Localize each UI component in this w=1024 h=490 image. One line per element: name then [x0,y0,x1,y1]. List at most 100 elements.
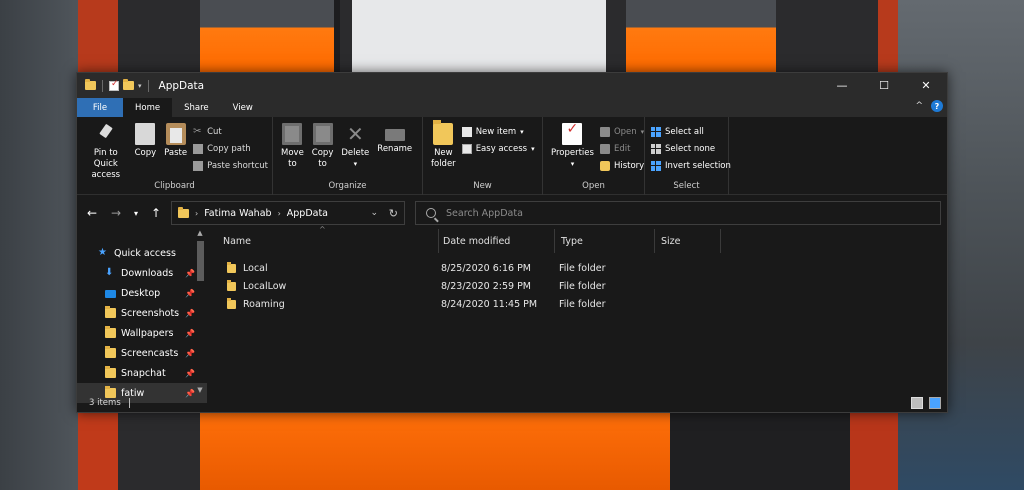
breadcrumb-fatima-wahab[interactable]: Fatima Wahab [204,208,271,219]
paste-label: Paste [164,148,188,158]
folder-icon [85,79,96,90]
scrollbar-thumb[interactable] [197,241,204,281]
status-bar: 3 items [77,394,947,412]
collapse-ribbon-chevron-icon[interactable]: ^ [915,101,923,111]
invert-selection-icon [651,161,661,171]
address-row: ← → ▾ ↑ › Fatima Wahab › AppData ⌄ ↻ Sea… [77,199,947,227]
history-icon [599,161,610,171]
open-icon [599,127,610,137]
tab-file[interactable]: File [77,98,123,117]
select-none-button[interactable]: Select none [651,142,731,156]
breadcrumb-appdata[interactable]: AppData [287,208,328,219]
view-buttons [911,397,941,409]
column-header-size[interactable]: Size [655,229,721,253]
refresh-icon[interactable]: ↻ [389,207,398,220]
search-box[interactable]: Search AppData [415,201,941,225]
select-group: Select all Select none Invert selection … [645,117,731,195]
folder-icon [227,279,236,291]
new-folder-label-line2: folder [431,159,456,169]
select-all-icon [651,127,661,137]
wallpaper-window-middle [352,0,606,72]
folder-icon [178,206,189,218]
breadcrumb-chevron-icon[interactable]: › [278,209,281,218]
tab-view[interactable]: View [221,98,265,117]
move-to-icon [282,123,303,145]
window-controls: — ☐ ✕ [821,73,947,98]
table-row[interactable]: LocalLow 8/23/2020 2:59 PM File folder [207,277,947,295]
wallpaper-strip-right [850,412,898,490]
select-all-button[interactable]: Select all [651,125,731,139]
copy-to-label-line2: to [318,159,327,169]
paste-icon [165,123,186,145]
column-header-date-modified[interactable]: Date modified [437,229,555,253]
details-view-icon[interactable] [911,397,923,409]
help-icon[interactable]: ? [931,100,943,112]
tab-share[interactable]: Share [172,98,221,117]
easy-access-label: Easy access [475,144,528,154]
copy-label: Copy [134,148,157,158]
history-button[interactable]: History [599,159,644,173]
breadcrumb-chevron-icon[interactable]: › [195,209,198,218]
sidebar-item-desktop[interactable]: Desktop 📌 [77,283,207,303]
sidebar-item-wallpapers[interactable]: Wallpapers 📌 [77,323,207,343]
properties-icon[interactable] [109,79,119,91]
large-icons-view-icon[interactable] [929,397,941,409]
file-name-cell: Roaming [227,295,285,313]
recent-locations-chevron-icon[interactable]: ▾ [131,209,141,218]
open-label: Open [613,127,637,137]
up-arrow-icon[interactable]: ↑ [147,206,165,220]
scroll-down-icon[interactable]: ▼ [195,386,205,394]
organize-group: Move to Copy to ✕ Delete ▾ Rename Organi… [273,117,423,195]
scroll-up-icon[interactable]: ▲ [195,229,205,237]
copy-path-button[interactable]: Copy path [193,142,268,156]
delete-chevron-icon: ▾ [353,160,358,168]
tab-home[interactable]: Home [123,98,173,117]
file-name: Roaming [243,298,285,310]
edit-button[interactable]: Edit [599,142,644,156]
sidebar-item-quick-access[interactable]: ★ Quick access [77,243,207,263]
table-row[interactable]: Roaming 8/24/2020 11:45 PM File folder [207,295,947,313]
sidebar-item-snapchat[interactable]: Snapchat 📌 [77,363,207,383]
sidebar-item-screencasts[interactable]: Screencasts 📌 [77,343,207,363]
address-dropdown-chevron-icon[interactable]: ⌄ [370,208,378,218]
cut-button[interactable]: ✂ Cut [193,125,268,139]
customize-qat-chevron-icon[interactable]: ▾ [138,82,142,90]
paste-shortcut-button[interactable]: Paste shortcut [193,159,268,173]
sidebar-item-downloads[interactable]: Downloads 📌 [77,263,207,283]
new-item-button[interactable]: New item ▾ [461,125,535,139]
column-header-name[interactable]: Name [217,229,439,253]
new-folder-icon [433,120,454,145]
minimize-button[interactable]: — [821,73,863,98]
invert-selection-button[interactable]: Invert selection [651,159,731,173]
address-bar[interactable]: › Fatima Wahab › AppData ⌄ ↻ [171,201,405,225]
new-group-label: New [473,181,492,191]
new-item-chevron-icon: ▾ [520,128,524,136]
scissors-icon: ✂ [193,126,202,137]
paste-shortcut-icon [193,161,204,171]
file-type: File folder [559,298,606,310]
new-item-label: New item [475,127,517,137]
table-row[interactable]: Local 8/25/2020 6:16 PM File folder [207,259,947,277]
file-date: 8/23/2020 2:59 PM [441,280,532,292]
open-button[interactable]: Open ▾ [599,125,644,139]
edit-icon [599,144,610,154]
back-arrow-icon[interactable]: ← [83,206,101,220]
maximize-button[interactable]: ☐ [863,73,905,98]
navigation-scrollbar[interactable]: ▲ ▼ [195,229,205,394]
easy-access-button[interactable]: Easy access ▾ [461,142,535,156]
properties-label: Properties [551,148,594,158]
title-bar[interactable]: ▾ AppData — ☐ ✕ [77,73,947,98]
sidebar-item-label: Snapchat [121,367,166,379]
star-icon: ★ [98,247,107,258]
column-header-type[interactable]: Type [555,229,655,253]
search-placeholder: Search AppData [446,207,523,219]
new-folder-icon[interactable] [123,79,134,90]
forward-arrow-icon[interactable]: → [107,206,125,220]
ribbon-right-controls: ^ ? [915,100,943,112]
close-button[interactable]: ✕ [905,73,947,98]
sidebar-item-screenshots[interactable]: Screenshots 📌 [77,303,207,323]
wallpaper-window-right [626,0,776,72]
pin-icon: 📌 [185,348,195,358]
wallpaper-panel-dark [670,412,850,490]
folder-icon [105,366,116,378]
